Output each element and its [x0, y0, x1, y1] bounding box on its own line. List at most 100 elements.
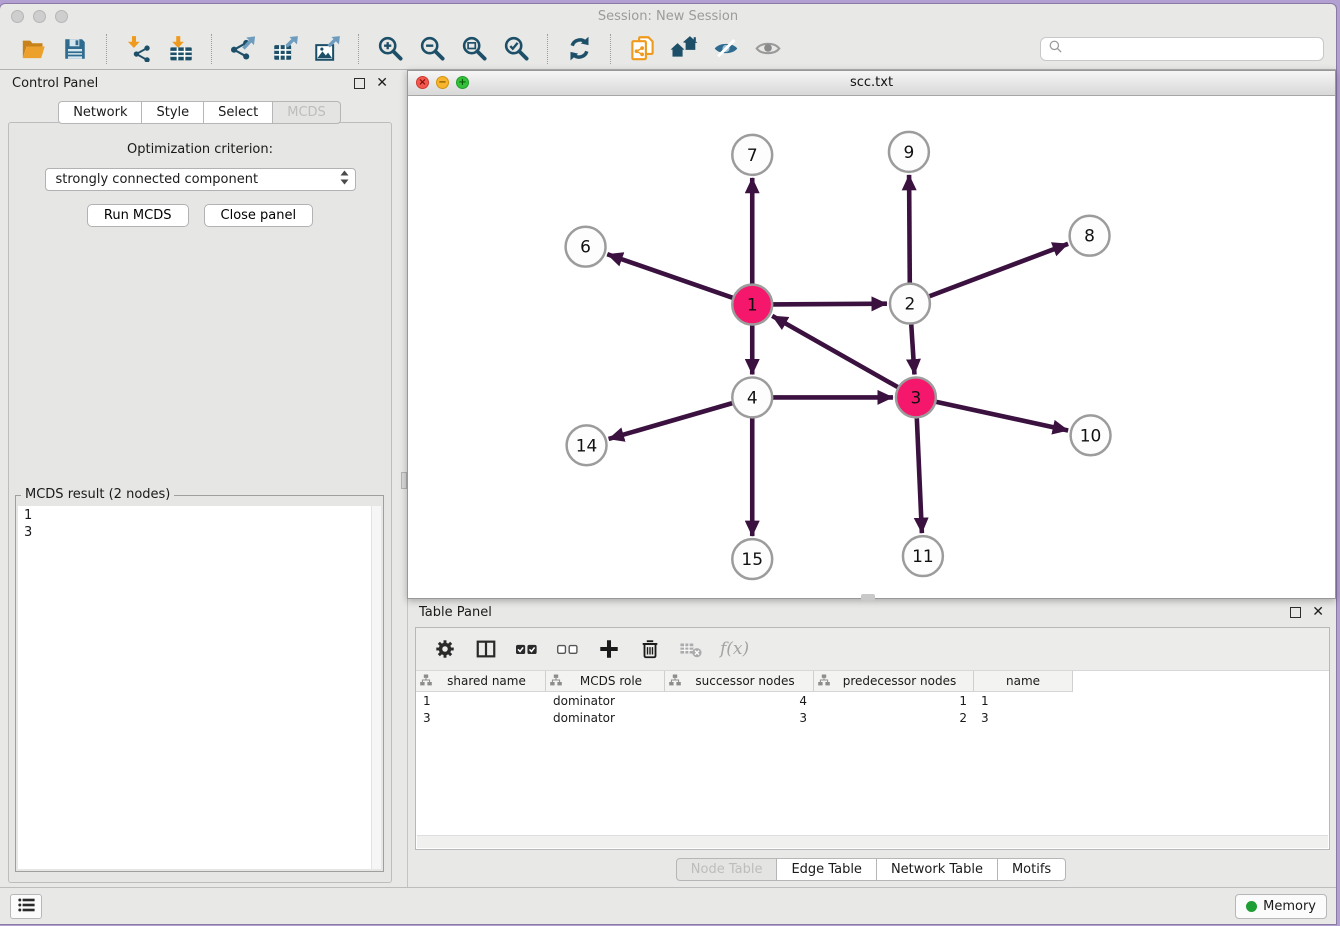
horizontal-splitter-handle[interactable]	[861, 594, 875, 601]
delete-table-icon[interactable]	[679, 636, 703, 662]
settings-gear-icon[interactable]	[433, 636, 457, 662]
close-window-button[interactable]	[11, 10, 24, 23]
tab-mcds[interactable]: MCDS	[272, 101, 341, 124]
tab-network-table[interactable]: Network Table	[876, 858, 998, 881]
zoom-in-icon[interactable]	[375, 34, 405, 64]
network-canvas[interactable]: 1 2 3 4 6 7 8 9 10 11 14 15	[408, 96, 1335, 598]
select-stepper-icon	[340, 170, 349, 189]
result-scrollbar[interactable]	[371, 506, 381, 869]
node-1[interactable]: 1	[732, 285, 772, 325]
table-cell[interactable]: dominator	[546, 694, 665, 708]
column-header-successor-nodes[interactable]: successor nodes	[665, 671, 814, 692]
table-row[interactable]: 1dominator411	[416, 693, 1329, 709]
edge-3-11[interactable]	[917, 415, 922, 533]
network-zoom-button[interactable]: +	[456, 76, 469, 89]
column-header-name[interactable]: name	[974, 671, 1073, 692]
criterion-select[interactable]: strongly connected component	[45, 168, 356, 191]
delete-column-icon[interactable]	[638, 636, 662, 662]
node-10[interactable]: 10	[1071, 415, 1111, 455]
task-list-button[interactable]	[10, 894, 42, 919]
float-panel-icon[interactable]	[354, 78, 365, 89]
node-2[interactable]: 2	[890, 284, 930, 324]
copy-network-icon[interactable]	[627, 34, 657, 64]
network-window-titlebar[interactable]: × − + scc.txt	[408, 71, 1335, 96]
tab-edge-table[interactable]: Edge Table	[776, 858, 876, 881]
table-scrollbar[interactable]	[417, 835, 1328, 848]
table-cell[interactable]: 3	[665, 711, 814, 725]
mcds-result-list[interactable]: 13	[18, 506, 381, 869]
home-icon[interactable]	[669, 34, 699, 64]
close-panel-icon[interactable]: ✕	[376, 76, 388, 90]
network-close-button[interactable]: ×	[416, 76, 429, 89]
column-header-shared-name[interactable]: shared name	[416, 671, 546, 692]
optimization-criterion-label: Optimization criterion:	[9, 142, 391, 157]
network-window-controls: × − +	[416, 76, 469, 89]
close-table-panel-icon[interactable]: ✕	[1312, 605, 1324, 619]
export-network-icon[interactable]	[228, 34, 258, 64]
deselect-all-icon[interactable]	[556, 636, 580, 662]
run-mcds-button[interactable]: Run MCDS	[87, 204, 189, 227]
tab-motifs[interactable]: Motifs	[997, 858, 1066, 881]
node-3[interactable]: 3	[896, 377, 936, 417]
node-8[interactable]: 8	[1070, 216, 1110, 256]
zoom-window-button[interactable]	[55, 10, 68, 23]
node-14[interactable]: 14	[567, 425, 607, 465]
export-table-icon[interactable]	[270, 34, 300, 64]
edge-1-6[interactable]	[607, 254, 735, 298]
control-panel-title: Control Panel	[12, 76, 98, 91]
table-cell[interactable]: 3	[974, 711, 1073, 725]
column-header-MCDS-role[interactable]: MCDS role	[546, 671, 665, 692]
zoom-selected-icon[interactable]	[501, 34, 531, 64]
show-eye-icon[interactable]	[753, 34, 783, 64]
edge-2-3[interactable]	[911, 322, 914, 375]
edge-3-1[interactable]	[772, 316, 900, 389]
tab-style[interactable]: Style	[141, 101, 204, 124]
node-label: 4	[747, 387, 758, 407]
network-graph[interactable]: 1 2 3 4 6 7 8 9 10 11 14 15	[408, 96, 1335, 598]
minimize-window-button[interactable]	[33, 10, 46, 23]
add-column-icon[interactable]	[597, 636, 621, 662]
tab-network[interactable]: Network	[58, 101, 142, 124]
node-6[interactable]: 6	[566, 227, 606, 267]
select-all-icon[interactable]	[515, 636, 539, 662]
table-row[interactable]: 3dominator323	[416, 710, 1329, 726]
zoom-fit-icon[interactable]	[459, 34, 489, 64]
node-4[interactable]: 4	[732, 377, 772, 417]
function-builder-icon[interactable]: f(x)	[720, 636, 749, 662]
table-cell[interactable]: 1	[974, 694, 1073, 708]
table-cell[interactable]: 4	[665, 694, 814, 708]
column-header-predecessor-nodes[interactable]: predecessor nodes	[814, 671, 974, 692]
table-cell[interactable]: 3	[416, 711, 546, 725]
tab-select[interactable]: Select	[203, 101, 273, 124]
table-cell[interactable]: 1	[416, 694, 546, 708]
node-15[interactable]: 15	[732, 539, 772, 579]
edge-3-10[interactable]	[933, 401, 1068, 430]
tab-node-table[interactable]: Node Table	[676, 858, 778, 881]
close-panel-button[interactable]: Close panel	[204, 204, 314, 227]
edge-2-8[interactable]	[927, 244, 1068, 297]
memory-button[interactable]: Memory	[1235, 894, 1327, 919]
import-network-icon[interactable]	[123, 34, 153, 64]
node-11[interactable]: 11	[903, 536, 943, 576]
hide-eye-icon[interactable]	[711, 34, 741, 64]
network-minimize-button[interactable]: −	[436, 76, 449, 89]
table-cell[interactable]: 2	[814, 711, 974, 725]
search-box[interactable]	[1040, 37, 1324, 61]
refresh-layout-icon[interactable]	[564, 34, 594, 64]
zoom-out-icon[interactable]	[417, 34, 447, 64]
node-9[interactable]: 9	[889, 132, 929, 172]
import-table-icon[interactable]	[165, 34, 195, 64]
edge-1-2[interactable]	[770, 304, 887, 305]
edge-4-14[interactable]	[609, 402, 735, 439]
save-session-icon[interactable]	[60, 34, 90, 64]
table-cell[interactable]: dominator	[546, 711, 665, 725]
edge-2-9[interactable]	[909, 175, 910, 286]
search-input[interactable]	[1068, 40, 1316, 57]
node-7[interactable]: 7	[732, 135, 772, 175]
table-cell[interactable]: 1	[814, 694, 974, 708]
export-image-icon[interactable]	[312, 34, 342, 64]
toolbar-separator	[211, 34, 212, 64]
open-session-icon[interactable]	[18, 34, 48, 64]
float-table-panel-icon[interactable]	[1290, 607, 1301, 618]
split-panel-icon[interactable]	[474, 636, 498, 662]
